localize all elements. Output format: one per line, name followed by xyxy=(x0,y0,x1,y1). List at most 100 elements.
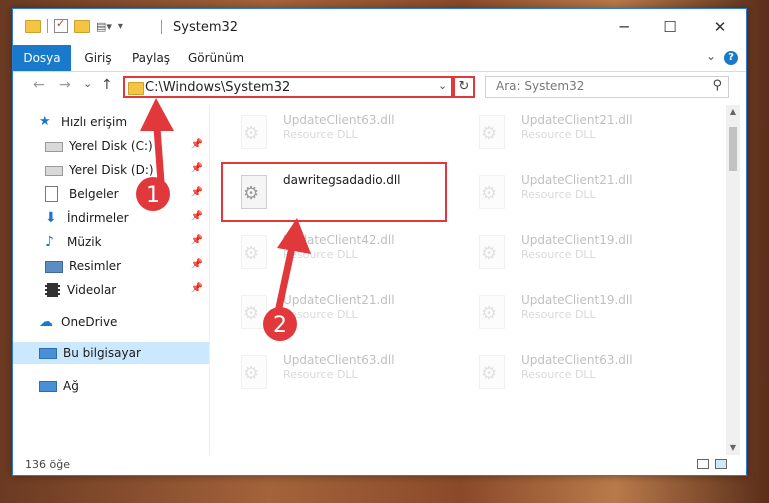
file-name: UpdateClient21.dll xyxy=(521,173,633,187)
pin-icon[interactable]: 📌 xyxy=(191,283,203,294)
dll-file-icon: ⚙ xyxy=(237,173,271,213)
sidebar-item-local-disk-c[interactable]: Yerel Disk (C:) 📌 xyxy=(13,135,209,157)
sidebar-item-quick-access[interactable]: ★ Hızlı erişim xyxy=(13,111,209,133)
file-description: Resource DLL xyxy=(521,188,596,201)
maximize-button[interactable]: ☐ xyxy=(647,9,693,45)
sidebar-item-pictures[interactable]: Resimler 📌 xyxy=(13,255,209,277)
scroll-down-icon[interactable]: ▼ xyxy=(726,441,740,455)
file-name: UpdateClient42.dll xyxy=(283,233,395,247)
dropdown-icon[interactable]: ▾ xyxy=(118,21,123,32)
dll-file-icon: ⚙ xyxy=(237,293,271,333)
dll-file-icon: ⚙ xyxy=(475,113,509,153)
address-text[interactable]: C:\Windows\System32 xyxy=(145,80,290,95)
file-description: Resource DLL xyxy=(521,248,596,261)
pane-divider xyxy=(209,105,210,455)
expand-ribbon-icon[interactable]: ⌄ xyxy=(706,49,716,63)
sidebar-item-onedrive[interactable]: ☁ OneDrive xyxy=(13,311,209,333)
music-icon: ♪ xyxy=(45,234,54,250)
file-item[interactable]: ⚙ UpdateClient21.dll Resource DLL xyxy=(475,113,685,165)
back-button[interactable]: ← xyxy=(33,77,45,93)
large-icons-view-icon[interactable] xyxy=(715,459,727,469)
file-description: Resource DLL xyxy=(521,368,596,381)
search-box[interactable]: Ara: System32 ⚲ xyxy=(485,76,729,98)
pin-icon[interactable]: 📌 xyxy=(191,187,203,198)
file-item[interactable]: ⚙ UpdateClient19.dll Resource DLL xyxy=(475,293,685,345)
sidebar-item-label: Yerel Disk (D:) xyxy=(69,163,154,177)
tab-giris[interactable]: Giriş xyxy=(75,45,121,71)
customize-toolbar-icon[interactable]: ▤▾ xyxy=(96,20,112,33)
address-dropdown-icon[interactable]: ⌄ xyxy=(438,79,447,92)
dll-file-icon: ⚙ xyxy=(475,233,509,273)
vertical-scrollbar[interactable]: ▲ ▼ xyxy=(726,105,740,455)
refresh-button[interactable]: ↻ xyxy=(453,76,475,98)
file-item[interactable]: ⚙ UpdateClient42.dll Resource DLL xyxy=(237,233,447,285)
help-button[interactable]: ? xyxy=(724,51,738,65)
network-icon xyxy=(39,381,57,392)
file-item[interactable]: ⚙ UpdateClient63.dll Resource DLL xyxy=(475,353,685,405)
close-button[interactable]: ✕ xyxy=(697,9,743,45)
file-description: Resource DLL xyxy=(283,368,358,381)
tab-paylas[interactable]: Paylaş xyxy=(125,45,177,71)
file-explorer-window: ▤▾ ▾ System32 ─ ☐ ✕ Dosya Giriş Paylaş G… xyxy=(12,8,747,476)
sidebar-item-documents[interactable]: Belgeler 📌 xyxy=(13,183,209,205)
search-input[interactable]: Ara: System32 xyxy=(496,79,584,93)
address-bar[interactable]: C:\Windows\System32 ⌄ xyxy=(123,76,453,98)
sidebar-item-videos[interactable]: Videolar 📌 xyxy=(13,279,209,301)
star-icon: ★ xyxy=(39,114,51,129)
file-description: Resource DLL xyxy=(521,128,596,141)
file-item-selected[interactable]: ⚙ dawritegsadadio.dll xyxy=(237,173,447,225)
documents-icon xyxy=(45,186,58,202)
tab-gorunum[interactable]: Görünüm xyxy=(183,45,249,71)
sidebar-item-music[interactable]: ♪ Müzik 📌 xyxy=(13,231,209,253)
pin-icon[interactable]: 📌 xyxy=(191,259,203,270)
toolbar-separator xyxy=(47,19,48,33)
file-list: ⚙ UpdateClient63.dll Resource DLL ⚙ Updat… xyxy=(211,105,726,455)
sidebar-item-network[interactable]: Ağ xyxy=(13,375,209,397)
sidebar-item-label: Resimler xyxy=(69,259,122,273)
sidebar-item-local-disk-d[interactable]: Yerel Disk (D:) 📌 xyxy=(13,159,209,181)
tab-dosya[interactable]: Dosya xyxy=(13,45,71,71)
quick-access-toolbar: ▤▾ ▾ xyxy=(25,17,123,33)
minimize-button[interactable]: ─ xyxy=(601,9,647,45)
file-description: Resource DLL xyxy=(283,128,358,141)
sidebar-item-label: OneDrive xyxy=(61,315,118,329)
dll-file-icon: ⚙ xyxy=(475,173,509,213)
file-item[interactable]: ⚙ UpdateClient21.dll Resource DLL xyxy=(237,293,447,345)
file-description: Resource DLL xyxy=(521,308,596,321)
pin-icon[interactable]: 📌 xyxy=(191,211,203,222)
pin-icon[interactable]: 📌 xyxy=(191,139,203,150)
folder-icon xyxy=(128,82,144,95)
sidebar-item-label: Ağ xyxy=(63,379,79,393)
file-item[interactable]: ⚙ UpdateClient63.dll Resource DLL xyxy=(237,353,447,405)
folder-icon xyxy=(25,19,41,33)
dll-file-icon: ⚙ xyxy=(237,353,271,393)
sidebar-item-label: İndirmeler xyxy=(67,211,129,225)
scroll-thumb[interactable] xyxy=(729,127,737,171)
pin-icon[interactable]: 📌 xyxy=(191,235,203,246)
file-name: UpdateClient21.dll xyxy=(283,293,395,307)
file-item[interactable]: ⚙ UpdateClient21.dll Resource DLL xyxy=(475,173,685,225)
file-name: UpdateClient21.dll xyxy=(521,113,633,127)
sidebar-item-downloads[interactable]: ⬇ İndirmeler 📌 xyxy=(13,207,209,229)
properties-icon[interactable] xyxy=(54,17,68,33)
sidebar-item-this-pc[interactable]: Bu bilgisayar xyxy=(13,342,209,364)
forward-button[interactable]: → xyxy=(59,77,71,93)
sidebar-item-label: Yerel Disk (C:) xyxy=(69,139,153,153)
new-folder-icon[interactable] xyxy=(74,19,90,33)
file-name: UpdateClient19.dll xyxy=(521,233,633,247)
title-separator xyxy=(161,20,162,34)
recent-locations-button[interactable]: ⌄ xyxy=(83,77,92,90)
details-view-icon[interactable] xyxy=(697,459,709,469)
scroll-up-icon[interactable]: ▲ xyxy=(726,105,740,119)
pin-icon[interactable]: 📌 xyxy=(191,163,203,174)
search-icon[interactable]: ⚲ xyxy=(712,78,722,93)
dll-file-icon: ⚙ xyxy=(475,353,509,393)
up-button[interactable]: ↑ xyxy=(101,77,113,93)
downloads-icon: ⬇ xyxy=(45,210,57,226)
navigation-pane: ★ Hızlı erişim Yerel Disk (C:) 📌 Yerel D… xyxy=(13,105,209,455)
file-description: Resource DLL xyxy=(283,308,358,321)
computer-icon xyxy=(39,348,57,359)
sidebar-item-label: Bu bilgisayar xyxy=(63,346,141,360)
file-item[interactable]: ⚙ UpdateClient19.dll Resource DLL xyxy=(475,233,685,285)
file-item[interactable]: ⚙ UpdateClient63.dll Resource DLL xyxy=(237,113,447,165)
